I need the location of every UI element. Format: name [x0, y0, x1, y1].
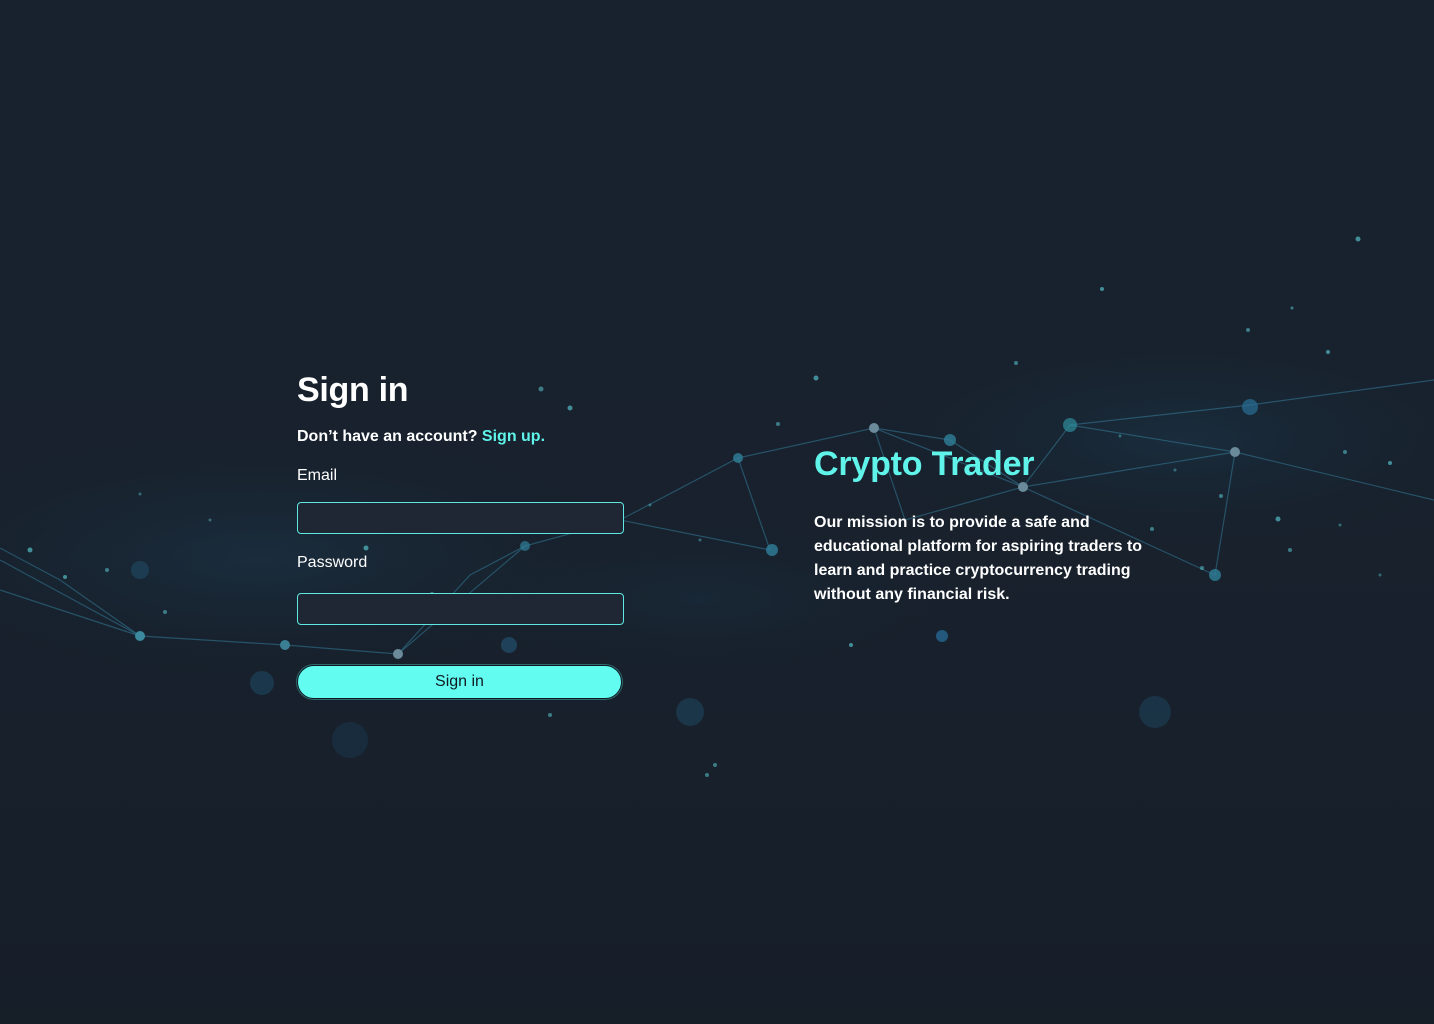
brand-panel: Crypto Trader Our mission is to provide …	[814, 444, 1154, 607]
password-label: Password	[297, 554, 368, 571]
sign-in-panel: Sign in Don’t have an account? Sign up. …	[297, 368, 627, 699]
email-field[interactable]	[297, 502, 624, 534]
account-prompt-line: Don’t have an account? Sign up.	[297, 427, 627, 447]
password-field[interactable]	[297, 593, 624, 625]
network-background	[0, 0, 1434, 1024]
sign-in-title: Sign in	[297, 371, 409, 409]
sign-up-link[interactable]: Sign up.	[482, 428, 545, 445]
sign-in-button[interactable]: Sign in	[297, 665, 622, 699]
email-label: Email	[297, 467, 338, 484]
mission-statement: Our mission is to provide a safe and edu…	[814, 514, 1143, 603]
account-prompt-text: Don’t have an account?	[297, 428, 478, 445]
brand-title: Crypto Trader	[814, 445, 1035, 483]
